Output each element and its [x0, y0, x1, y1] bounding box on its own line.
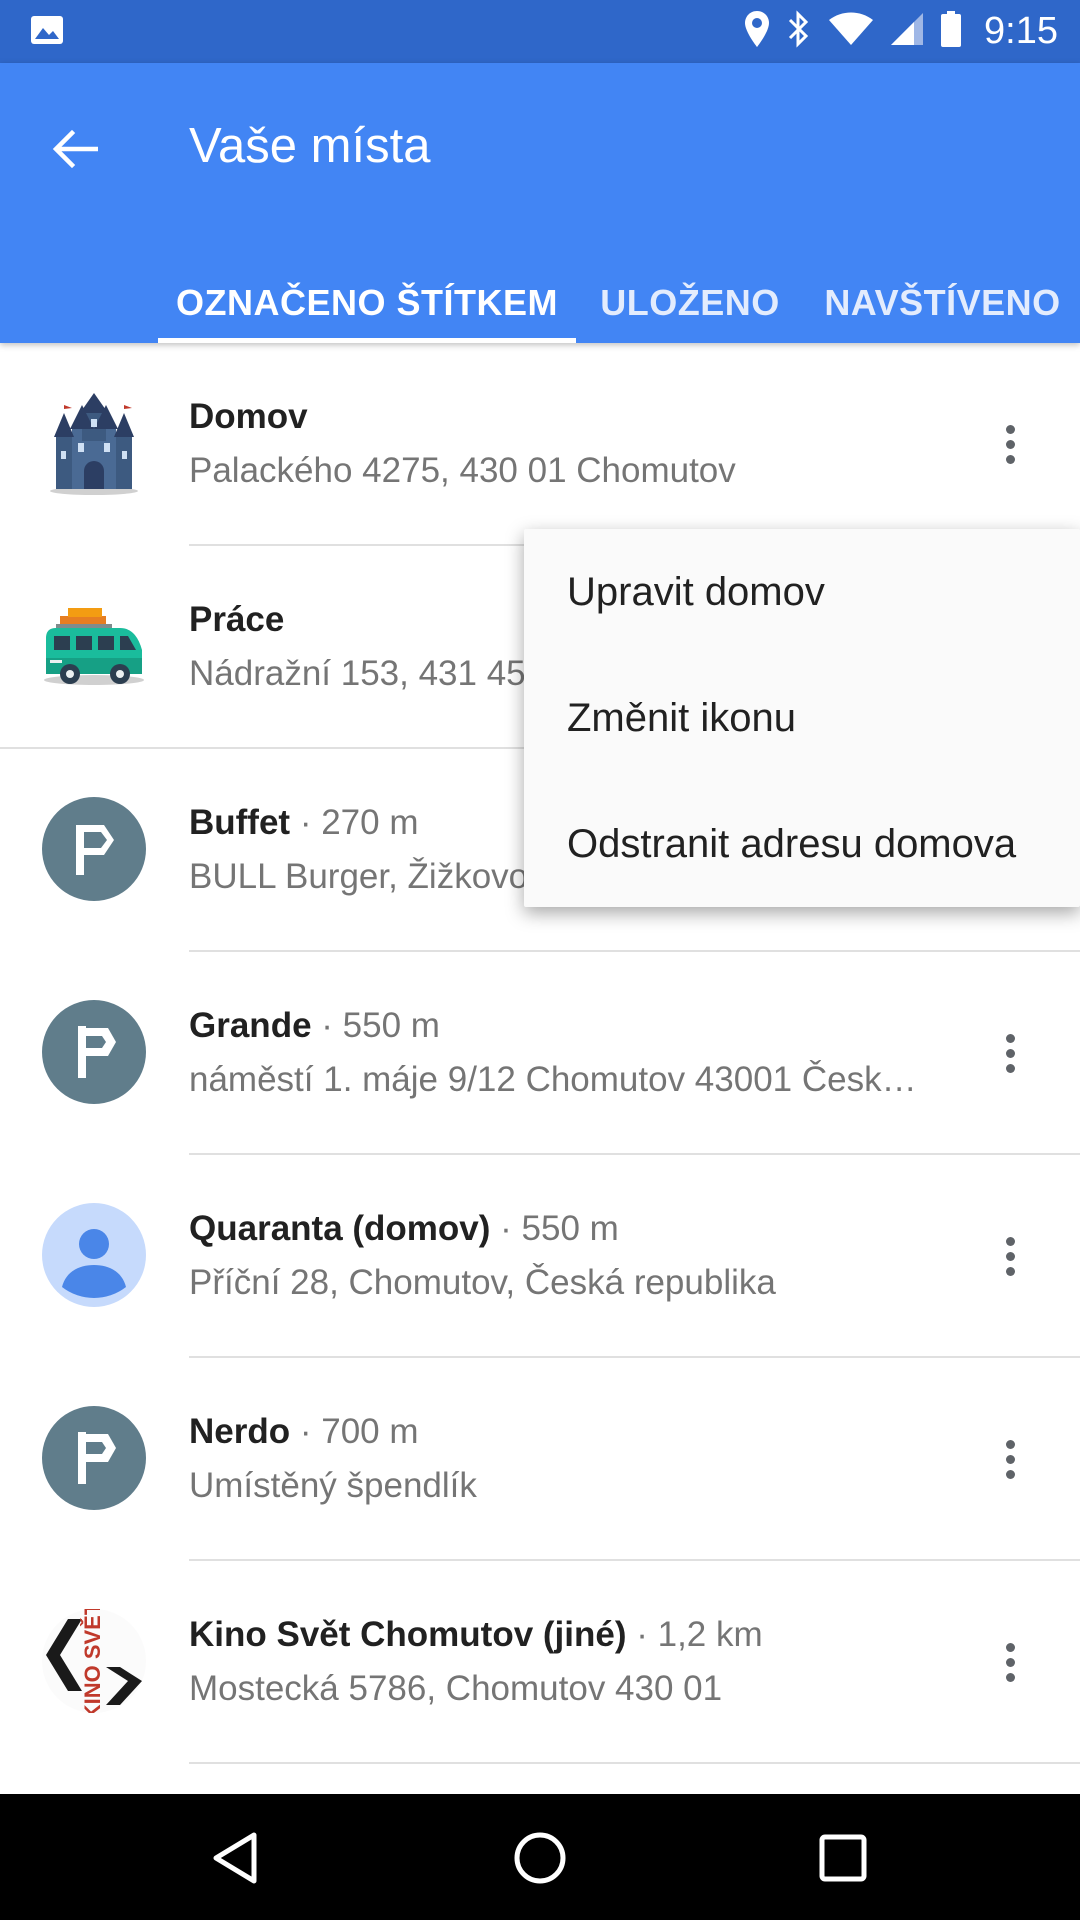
more-options-button[interactable]: [982, 1020, 1038, 1086]
place-address: Palackého 4275, 430 01 Chomutov: [189, 451, 736, 490]
place-name: Domov: [189, 397, 308, 436]
gallery-notification-icon: [30, 15, 64, 50]
place-row-nerdo[interactable]: Nerdo · 700 m Umístěný špendlík: [0, 1358, 1080, 1561]
place-row-grande[interactable]: Grande · 550 m náměstí 1. máje 9/12 Chom…: [0, 952, 1080, 1155]
place-name: Grande: [189, 1006, 312, 1045]
kino-svet-logo: KINO SVĚT: [42, 1601, 146, 1720]
tab-bar: OZNAČENO ŠTÍTKEM ULOŽENO NAVŠTÍVENO: [0, 263, 1080, 343]
place-row-domov[interactable]: Domov Palackého 4275, 430 01 Chomutov: [0, 343, 1080, 546]
van-icon: [42, 594, 146, 698]
bluetooth-icon: [786, 10, 812, 53]
place-distance: · 1,2 km: [636, 1615, 763, 1654]
person-icon: [42, 1203, 146, 1307]
place-row-quaranta[interactable]: Quaranta (domov) · 550 m Příční 28, Chom…: [0, 1155, 1080, 1358]
status-bar: 9:15: [0, 0, 1080, 63]
app-bar: Vaše místa OZNAČENO ŠTÍTKEM ULOŽENO NAVŠ…: [0, 63, 1080, 343]
nav-recents-icon: [819, 1834, 867, 1882]
place-name: Buffet: [189, 803, 291, 842]
menu-item-change-icon[interactable]: Změnit ikonu: [524, 655, 1080, 781]
nav-recents-button[interactable]: [808, 1823, 878, 1893]
place-name: Nerdo: [189, 1412, 291, 1451]
place-address: Nádražní 153, 431 45: [189, 654, 526, 693]
nav-back-button[interactable]: [200, 1823, 270, 1893]
nav-home-button[interactable]: [505, 1823, 575, 1893]
place-distance: · 270 m: [299, 803, 419, 842]
battery-icon: [940, 10, 962, 53]
place-row-kino-svet[interactable]: KINO SVĚT Kino Svět Chomutov (jiné) · 1,…: [0, 1561, 1080, 1764]
wifi-icon: [828, 12, 874, 51]
place-address: Příční 28, Chomutov, Česká republika: [189, 1263, 776, 1302]
navigation-bar: [0, 1794, 1080, 1920]
place-address: Mostecká 5786, Chomutov 430 01: [189, 1669, 723, 1708]
location-icon: [744, 10, 770, 53]
clock: 9:15: [984, 10, 1058, 52]
tab-saved[interactable]: ULOŽENO: [580, 263, 800, 343]
more-options-button[interactable]: [982, 1426, 1038, 1492]
more-options-button[interactable]: [982, 411, 1038, 477]
flag-icon: [42, 1406, 146, 1510]
tab-labeled[interactable]: OZNAČENO ŠTÍTKEM: [158, 263, 576, 343]
nav-back-icon: [213, 1832, 257, 1884]
menu-item-remove-home[interactable]: Odstranit adresu domova: [524, 781, 1080, 907]
page-title: Vaše místa: [189, 119, 431, 173]
place-distance: · 550 m: [321, 1006, 440, 1045]
more-options-button[interactable]: [982, 1629, 1038, 1695]
place-name: Kino Svět Chomutov (jiné): [189, 1615, 627, 1654]
nav-home-icon: [514, 1832, 566, 1884]
svg-text:KINO SVĚT: KINO SVĚT: [80, 1609, 105, 1713]
place-distance: · 700 m: [299, 1412, 419, 1451]
place-name: Quaranta (domov): [189, 1209, 491, 1248]
place-address: náměstí 1. máje 9/12 Chomutov 43001 Česk…: [189, 1060, 929, 1099]
signal-icon: [890, 12, 924, 51]
tab-visited[interactable]: NAVŠTÍVENO: [820, 263, 1065, 343]
flag-icon: [42, 1000, 146, 1104]
context-menu: Upravit domov Změnit ikonu Odstranit adr…: [524, 529, 1080, 907]
place-name: Práce: [189, 600, 285, 639]
back-button[interactable]: [42, 116, 108, 182]
divider: [189, 1762, 1080, 1764]
menu-item-edit-home[interactable]: Upravit domov: [524, 529, 1080, 655]
flag-icon: [42, 797, 146, 901]
place-address: Umístěný špendlík: [189, 1466, 477, 1505]
place-distance: · 550 m: [500, 1209, 619, 1248]
more-options-button[interactable]: [982, 1223, 1038, 1289]
castle-icon: [42, 387, 146, 495]
back-arrow-icon: [52, 129, 98, 169]
